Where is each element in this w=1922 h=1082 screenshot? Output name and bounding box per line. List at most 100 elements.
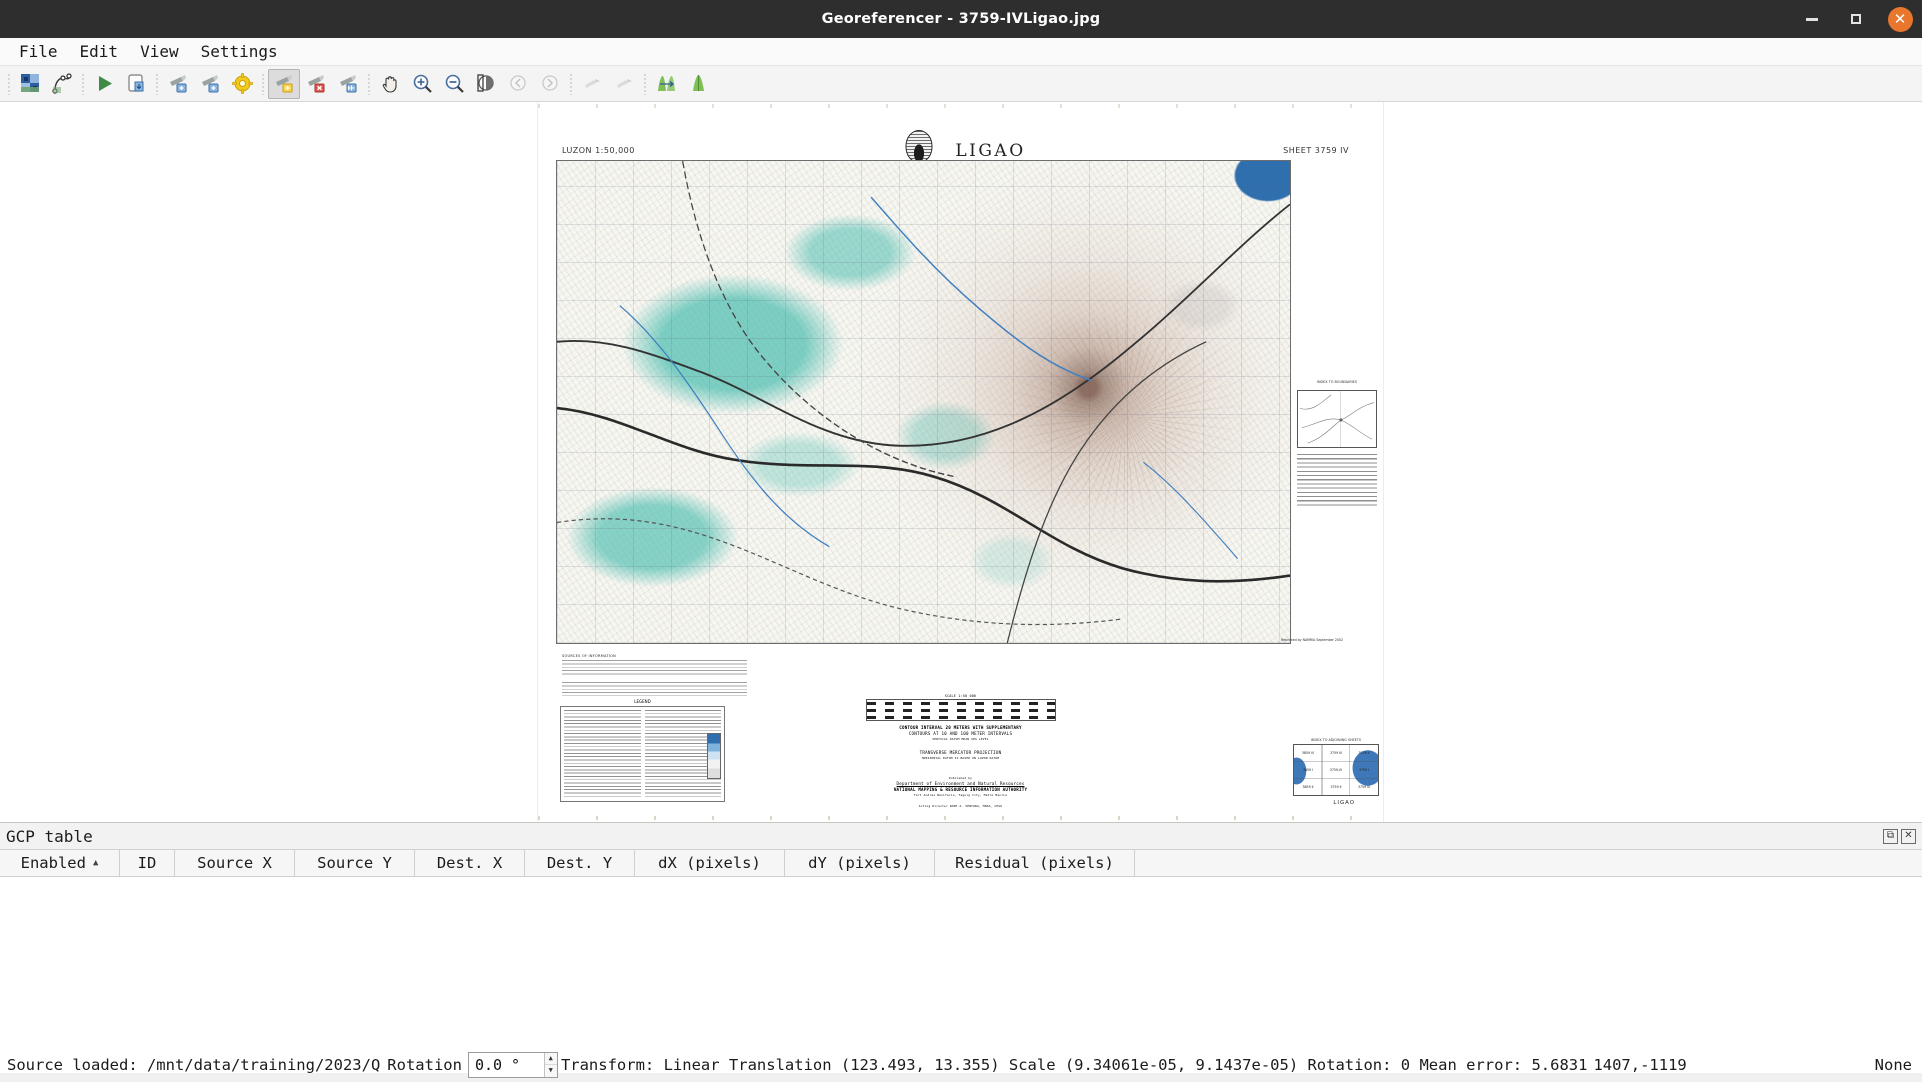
add-point-button[interactable] <box>268 69 300 99</box>
menu-settings[interactable]: Settings <box>190 40 289 63</box>
window-controls: ✕ <box>1790 0 1922 38</box>
zoom-in-icon <box>412 73 433 94</box>
status-transform-info: Transform: Linear Translation (123.493, … <box>558 1056 1591 1074</box>
rotation-spin-down[interactable]: ▼ <box>545 1065 557 1077</box>
sheet-top-ticks <box>538 104 1383 108</box>
save-gcp-icon <box>200 73 221 94</box>
column-header-source-y[interactable]: Source Y <box>295 850 415 876</box>
column-header-dest-x[interactable]: Dest. X <box>415 850 525 876</box>
topographic-map-body[interactable] <box>556 160 1291 644</box>
load-gcp-points-button[interactable] <box>162 69 194 99</box>
map-title: LIGAO <box>955 141 1025 161</box>
gcp-table[interactable]: Enabled ▲ ID Source X Source Y Dest. X D… <box>0 849 1922 1046</box>
adjoin-cell: 3859 IV <box>1294 745 1322 762</box>
local-histogram-icon <box>688 73 709 94</box>
rotation-input[interactable] <box>469 1053 544 1077</box>
gcp-table-dock: GCP table ⧉ ✕ Enabled ▲ ID Source X Sour… <box>0 822 1922 1046</box>
roads-layer <box>557 161 1290 643</box>
add-point-icon <box>274 73 295 94</box>
rotation-spin-up[interactable]: ▲ <box>545 1053 557 1066</box>
maximize-button[interactable] <box>1834 0 1878 38</box>
rotation-label: Rotation <box>383 1056 468 1074</box>
float-panel-button[interactable]: ⧉ <box>1883 829 1898 844</box>
link-qgis-to-georeferencer-button[interactable] <box>608 69 640 99</box>
map-center-marginalia: SCALE 1:50 000 CONTOUR INTERVAL 20 METER… <box>811 694 1111 808</box>
close-button[interactable]: ✕ <box>1878 0 1922 38</box>
column-header-dest-y[interactable]: Dest. Y <box>525 850 635 876</box>
column-header-dx[interactable]: dX (pixels) <box>635 850 785 876</box>
histogram-stretch-icon <box>656 73 677 94</box>
local-histogram-stretch-button[interactable] <box>682 69 714 99</box>
move-gcp-point-button[interactable] <box>332 69 364 99</box>
legend-caption: LEGEND <box>560 699 725 704</box>
minimize-button[interactable] <box>1790 0 1834 38</box>
toolbar-separator-3 <box>262 73 264 95</box>
rotation-spin-arrows[interactable]: ▲ ▼ <box>544 1053 557 1077</box>
sort-ascending-icon: ▲ <box>93 858 98 868</box>
index-adjoining-label: INDEX TO ADJOINING SHEETS <box>1293 738 1379 742</box>
zoom-next-icon <box>540 73 561 94</box>
adjoin-cell: 3759 II <box>1350 745 1378 762</box>
generate-gdal-script-button[interactable] <box>120 69 152 99</box>
index-to-boundaries-inset <box>1297 390 1377 448</box>
move-point-icon <box>338 73 359 94</box>
adjoin-cell: 3859 II <box>1294 778 1322 795</box>
minimize-icon <box>1806 18 1818 21</box>
close-panel-button[interactable]: ✕ <box>1901 829 1916 844</box>
sources-of-information-block: SOURCES OF INFORMATION <box>562 654 747 696</box>
full-histogram-stretch-button[interactable] <box>650 69 682 99</box>
zoom-out-button[interactable] <box>438 69 470 99</box>
zoom-next-button[interactable] <box>534 69 566 99</box>
index-boundaries-art <box>1298 391 1376 447</box>
adjoining-cell-grid: 3859 IV 3759 III 3759 II 3859 I 3759-IV … <box>1294 745 1378 795</box>
transform-settings-gear-button[interactable] <box>226 69 258 99</box>
status-coordinate: 1407,-1119 <box>1590 1056 1689 1074</box>
zoom-to-layer-button[interactable] <box>470 69 502 99</box>
column-header-dy[interactable]: dY (pixels) <box>785 850 935 876</box>
save-gcp-points-button[interactable] <box>194 69 226 99</box>
zoom-last-button[interactable] <box>502 69 534 99</box>
column-header-residual[interactable]: Residual (pixels) <box>935 850 1135 876</box>
toolbar-separator-2 <box>156 73 158 95</box>
sources-heading: SOURCES OF INFORMATION <box>562 654 747 658</box>
legend-columns <box>564 710 721 798</box>
sources-text-lines-2 <box>562 682 747 696</box>
adjoin-cell: 3759 I <box>1350 762 1378 779</box>
delete-point-button[interactable] <box>300 69 332 99</box>
index-boundaries-label: INDEX TO BOUNDARIES <box>1297 380 1377 384</box>
zoom-in-button[interactable] <box>406 69 438 99</box>
column-header-enabled[interactable]: Enabled ▲ <box>0 850 120 876</box>
gear-icon <box>232 73 253 94</box>
column-header-enabled-label: Enabled <box>21 854 86 872</box>
pan-button[interactable] <box>374 69 406 99</box>
legend-color-swatch <box>707 733 721 779</box>
scale-bar-graphic <box>866 699 1056 721</box>
rotation-spinbox[interactable]: ▲ ▼ <box>468 1052 558 1078</box>
column-header-id[interactable]: ID <box>120 850 175 876</box>
maximize-icon <box>1851 14 1861 24</box>
open-raster-button[interactable] <box>14 69 46 99</box>
adjoin-cell: 3759 III <box>1322 745 1350 762</box>
menu-view[interactable]: View <box>129 40 190 63</box>
delete-point-icon <box>306 73 327 94</box>
status-source-loaded: Source loaded: /mnt/data/training/2023/Q <box>4 1056 383 1074</box>
adjoin-cell: 3759 III <box>1350 778 1378 795</box>
pan-hand-icon <box>380 73 401 94</box>
scale-caption: SCALE 1:50 000 <box>811 694 1111 699</box>
georeferencer-canvas[interactable]: LUZON 1:50,000 LIGAO SHEET 3759 IV <box>0 102 1922 822</box>
raster-map-sheet[interactable]: LUZON 1:50,000 LIGAO SHEET 3759 IV <box>538 102 1383 822</box>
toolbar-separator-5 <box>570 73 572 95</box>
reprint-note: Reprinted by NAMRIA September 2002 <box>1281 638 1343 642</box>
start-georeferencing-button[interactable] <box>88 69 120 99</box>
zoom-to-layer-icon <box>476 73 497 94</box>
link-qgis-to-geo-icon <box>614 73 635 94</box>
link-georeferencer-to-qgis-button[interactable] <box>576 69 608 99</box>
window-title: Georeferencer - 3759-IVLigao.jpg <box>822 11 1101 27</box>
menu-file[interactable]: File <box>8 40 69 63</box>
georeferencer-toolbar <box>0 66 1922 102</box>
status-crs[interactable]: None <box>1872 1056 1918 1074</box>
transformation-settings-button[interactable] <box>46 69 78 99</box>
column-header-source-x[interactable]: Source X <box>175 850 295 876</box>
gcp-table-body[interactable] <box>0 877 1922 1073</box>
menu-edit[interactable]: Edit <box>69 40 130 63</box>
